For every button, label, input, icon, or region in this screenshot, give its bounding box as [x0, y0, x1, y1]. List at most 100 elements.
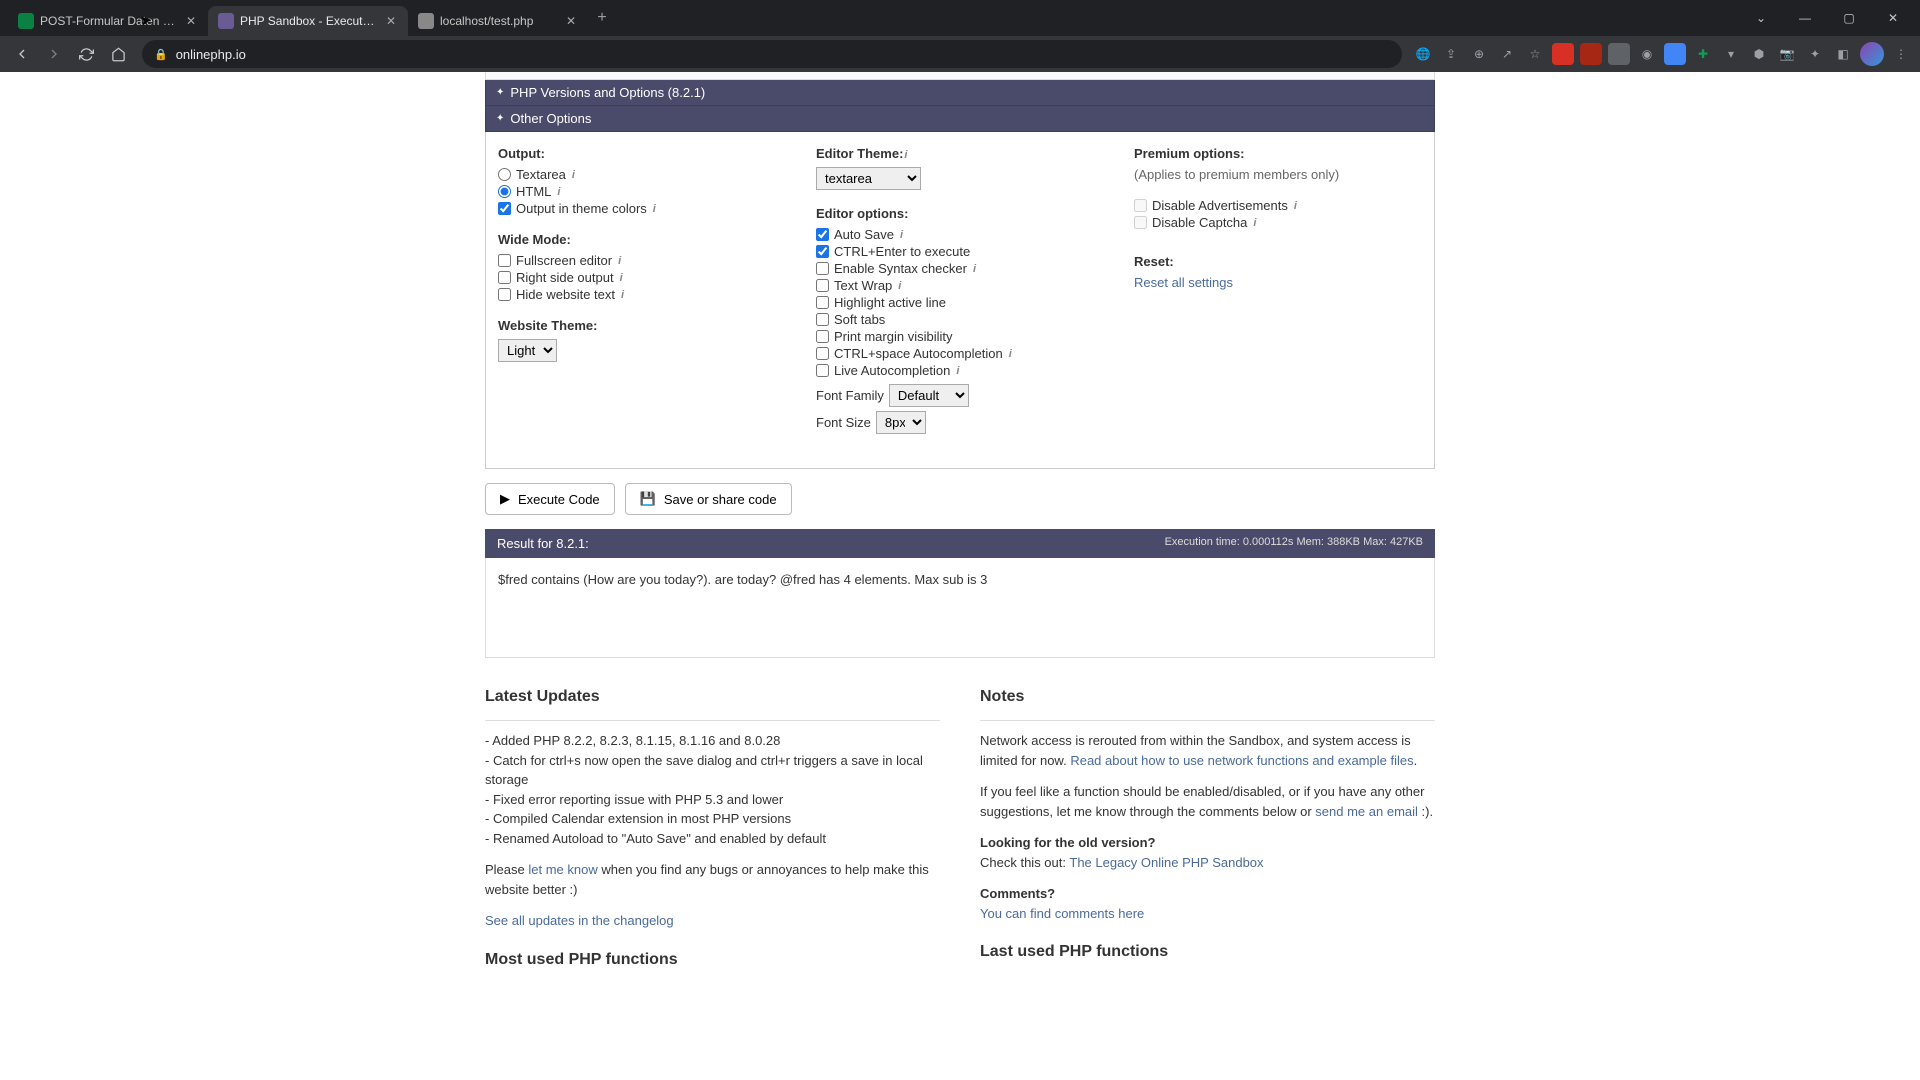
font-size-label: Font Size	[816, 415, 871, 430]
checkbox-input[interactable]	[816, 296, 829, 309]
reload-button[interactable]	[72, 40, 100, 68]
info-icon[interactable]: i	[900, 229, 903, 241]
info-icon[interactable]: i	[973, 263, 976, 275]
let-me-know-link[interactable]: let me know	[528, 862, 597, 877]
checkbox-input[interactable]	[816, 279, 829, 292]
extension-icon[interactable]: ▾	[1720, 43, 1742, 65]
ctrl-space-autocomplete-option[interactable]: CTRL+space Autocompletioni	[816, 346, 1104, 361]
info-icon[interactable]: i	[572, 169, 575, 181]
extensions-menu-icon[interactable]: ✦	[1804, 43, 1826, 65]
soft-tabs-option[interactable]: Soft tabs	[816, 312, 1104, 327]
output-textarea-option[interactable]: Textareai	[498, 167, 786, 182]
right-side-output-option[interactable]: Right side outputi	[498, 270, 786, 285]
checkbox-input[interactable]	[816, 347, 829, 360]
menu-icon[interactable]: ⋮	[1890, 43, 1912, 65]
extension-icon[interactable]	[1664, 43, 1686, 65]
checkbox-input[interactable]	[498, 202, 511, 215]
editor-theme-select[interactable]: textarea	[816, 167, 921, 190]
radio-input[interactable]	[498, 168, 511, 181]
extension-icon[interactable]	[1580, 43, 1602, 65]
home-button[interactable]	[104, 40, 132, 68]
close-window-icon[interactable]: ✕	[1872, 3, 1914, 33]
minimize-icon[interactable]: —	[1784, 3, 1826, 33]
forward-button[interactable]	[40, 40, 68, 68]
disable-ads-option[interactable]: Disable Advertisementsi	[1134, 198, 1422, 213]
extension-icon[interactable]: ◉	[1636, 43, 1658, 65]
checkbox-input[interactable]	[816, 245, 829, 258]
ctrl-enter-option[interactable]: CTRL+Enter to execute	[816, 244, 1104, 259]
info-icon[interactable]: i	[557, 186, 560, 198]
extension-icon[interactable]: ⬢	[1748, 43, 1770, 65]
highlight-line-option[interactable]: Highlight active line	[816, 295, 1104, 310]
info-icon[interactable]: i	[898, 280, 901, 292]
maximize-icon[interactable]: ▢	[1828, 3, 1870, 33]
other-options-panel-header[interactable]: ✦ Other Options	[485, 106, 1435, 132]
extension-icon[interactable]: 📷	[1776, 43, 1798, 65]
live-autocomplete-option[interactable]: Live Autocompletioni	[816, 363, 1104, 378]
output-html-option[interactable]: HTMLi	[498, 184, 786, 199]
send-icon[interactable]: ↗	[1496, 43, 1518, 65]
checkbox-input[interactable]	[816, 228, 829, 241]
checkbox-input[interactable]	[498, 271, 511, 284]
disable-captcha-option[interactable]: Disable Captchai	[1134, 215, 1422, 230]
email-link[interactable]: send me an email	[1315, 804, 1418, 819]
translate-icon[interactable]: 🌐	[1412, 43, 1434, 65]
php-versions-panel-header[interactable]: ✦ PHP Versions and Options (8.2.1)	[485, 80, 1435, 106]
checkbox-input[interactable]	[816, 262, 829, 275]
bookmark-icon[interactable]: ☆	[1524, 43, 1546, 65]
sidepanel-icon[interactable]: ◧	[1832, 43, 1854, 65]
tab-post-formular[interactable]: POST-Formular Daten ve...beite ✕	[8, 6, 208, 36]
checkbox-input[interactable]	[498, 288, 511, 301]
address-bar[interactable]: 🔒 onlinephp.io	[142, 40, 1402, 68]
text-wrap-option[interactable]: Text Wrapi	[816, 278, 1104, 293]
print-margin-option[interactable]: Print margin visibility	[816, 329, 1104, 344]
fullscreen-editor-option[interactable]: Fullscreen editori	[498, 253, 786, 268]
checkbox-input[interactable]	[816, 330, 829, 343]
read-about-link[interactable]: Read about how to use network functions …	[1070, 753, 1413, 768]
info-icon[interactable]: i	[653, 203, 656, 215]
legacy-sandbox-link[interactable]: The Legacy Online PHP Sandbox	[1069, 855, 1263, 870]
extension-icon[interactable]: ✚	[1692, 43, 1714, 65]
close-icon[interactable]: ✕	[184, 14, 198, 28]
close-icon[interactable]: ✕	[564, 14, 578, 28]
execute-code-button[interactable]: ▶ Execute Code	[485, 483, 615, 515]
radio-input[interactable]	[498, 185, 511, 198]
page-viewport[interactable]: ✦ PHP Versions and Options (8.2.1) ✦ Oth…	[0, 72, 1920, 1080]
tab-php-sandbox[interactable]: PHP Sandbox - Execute PHP cod ✕	[208, 6, 408, 36]
comments-link[interactable]: You can find comments here	[980, 906, 1144, 921]
font-size-select[interactable]: 8px	[876, 411, 926, 434]
checkbox-input[interactable]	[816, 364, 829, 377]
browser-toolbar: 🔒 onlinephp.io 🌐 ⇪ ⊕ ↗ ☆ ◉ ✚ ▾ ⬢ 📷 ✦ ◧ ⋮	[0, 36, 1920, 72]
font-family-select[interactable]: Default	[889, 384, 969, 407]
checkbox-input[interactable]	[1134, 216, 1147, 229]
back-button[interactable]	[8, 40, 36, 68]
output-theme-colors-option[interactable]: Output in theme colorsi	[498, 201, 786, 216]
extension-icon[interactable]	[1552, 43, 1574, 65]
info-icon[interactable]: i	[956, 365, 959, 377]
reset-all-link[interactable]: Reset all settings	[1134, 275, 1233, 290]
info-icon[interactable]: i	[1294, 200, 1297, 212]
install-icon[interactable]: ⊕	[1468, 43, 1490, 65]
new-tab-button[interactable]: +	[588, 0, 616, 36]
info-icon[interactable]: i	[618, 255, 621, 267]
extension-icon[interactable]	[1608, 43, 1630, 65]
syntax-checker-option[interactable]: Enable Syntax checkeri	[816, 261, 1104, 276]
checkbox-input[interactable]	[1134, 199, 1147, 212]
changelog-link[interactable]: See all updates in the changelog	[485, 913, 674, 928]
auto-save-option[interactable]: Auto Savei	[816, 227, 1104, 242]
website-theme-select[interactable]: Light	[498, 339, 557, 362]
checkbox-input[interactable]	[816, 313, 829, 326]
save-share-button[interactable]: 💾 Save or share code	[625, 483, 792, 515]
info-icon[interactable]: i	[620, 272, 623, 284]
info-icon[interactable]: i	[621, 289, 624, 301]
info-icon[interactable]: i	[1253, 217, 1256, 229]
chevron-down-icon[interactable]: ⌄	[1740, 3, 1782, 33]
profile-avatar[interactable]	[1860, 42, 1884, 66]
hide-website-text-option[interactable]: Hide website texti	[498, 287, 786, 302]
close-icon[interactable]: ✕	[384, 14, 398, 28]
share-icon[interactable]: ⇪	[1440, 43, 1462, 65]
tab-localhost[interactable]: localhost/test.php ✕	[408, 6, 588, 36]
info-icon[interactable]: i	[904, 149, 907, 161]
checkbox-input[interactable]	[498, 254, 511, 267]
info-icon[interactable]: i	[1009, 348, 1012, 360]
